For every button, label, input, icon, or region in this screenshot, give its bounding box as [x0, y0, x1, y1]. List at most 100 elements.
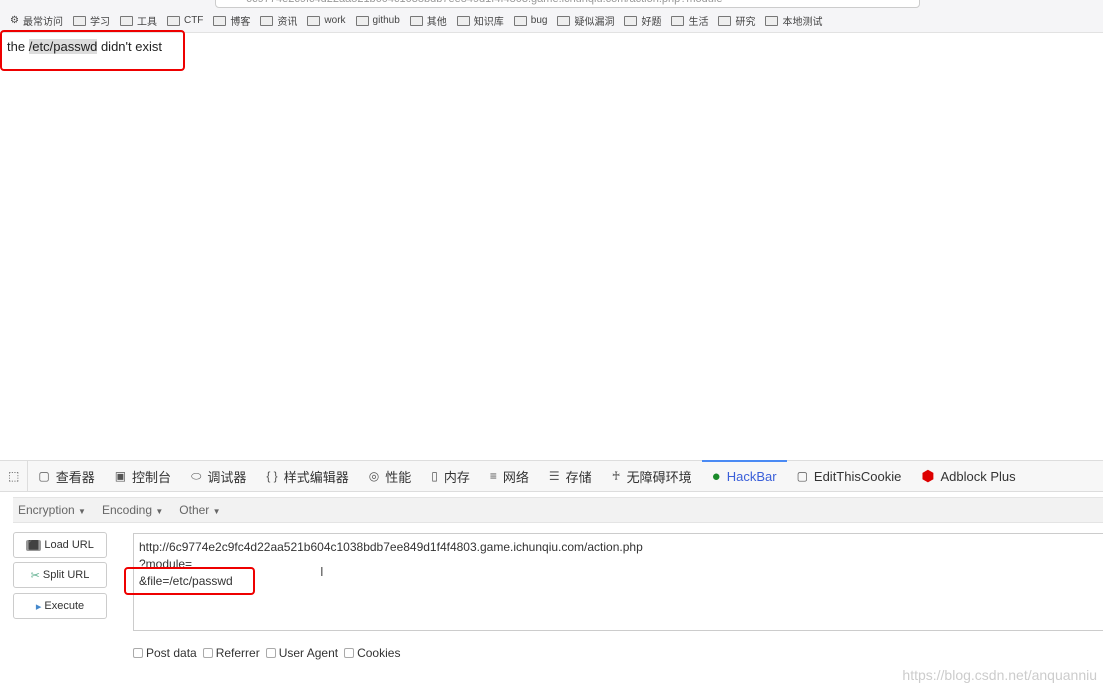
bookmark-item[interactable]: 研究	[718, 13, 755, 28]
bookmark-item[interactable]: work	[307, 15, 346, 26]
tab-label: 控制台	[132, 469, 172, 485]
url-textarea[interactable]: http://6c9774e2c9fc4d22aa521b604c1038bdb…	[133, 533, 1103, 631]
pick-element-icon: ⬚	[8, 469, 20, 483]
tab-内存[interactable]: ▯ 内存	[421, 461, 480, 491]
devtools-tabbar: ⬚ ▢ 查看器 ▣ 控制台 ⬭ 调试器 { } 样式编辑器 ◎ 性能 ▯ 内存 ≡ 网络 ☰ 存储 ♰ 无障碍环境…	[0, 460, 1103, 492]
folder-icon	[72, 15, 86, 26]
tab-调试器[interactable]: ⬭ 调试器	[181, 461, 256, 491]
storage-icon: ☰	[548, 469, 560, 483]
bookmark-item[interactable]: 本地测试	[765, 13, 822, 28]
load-icon: ⬛	[26, 539, 42, 551]
tab-label: HackBar	[726, 468, 777, 484]
hackbar-icon: ●	[711, 467, 721, 485]
bookmark-item[interactable]: CTF	[166, 15, 203, 26]
bookmark-item[interactable]: github	[355, 15, 400, 26]
folder-icon	[307, 15, 321, 26]
bookmark-item[interactable]: bug	[513, 15, 547, 26]
bookmark-label: github	[372, 15, 400, 26]
bookmark-item[interactable]: 疑似漏洞	[557, 13, 614, 28]
caret-down-icon: ▼	[155, 507, 164, 516]
hackbar-options: Post data Referrer User Agent Cookies	[133, 646, 402, 660]
tab-网络[interactable]: ≡ 网络	[480, 461, 539, 491]
url-line: &file=/etc/passwd	[139, 574, 233, 588]
split-url-button[interactable]: ✂ Split URL	[13, 562, 107, 588]
bookmark-item[interactable]: 好题	[624, 13, 661, 28]
folder-icon	[624, 15, 638, 26]
network-icon: ≡	[489, 469, 497, 483]
tab-性能[interactable]: ◎ 性能	[359, 461, 422, 491]
tab-无障碍环境[interactable]: ♰ 无障碍环境	[602, 461, 702, 491]
checkbox-post-data[interactable]: Post data	[133, 646, 197, 660]
tab-label: 性能	[385, 469, 412, 485]
menu-label: Encoding	[101, 503, 153, 517]
bookmark-item[interactable]: 其他	[409, 13, 447, 28]
bookmark-label: 工具	[136, 17, 157, 28]
checkbox[interactable]	[344, 648, 355, 658]
bookmark-label: 疑似漏洞	[574, 17, 615, 28]
hackbar-menubar: Encryption ▼ Encoding ▼ Other ▼	[13, 497, 1103, 523]
menu-encoding[interactable]: Encoding ▼	[102, 503, 163, 517]
tab-label: 查看器	[55, 469, 95, 485]
abp-icon: ⬢	[921, 468, 935, 485]
load-url-button[interactable]: ⬛ Load URL	[13, 532, 107, 558]
checkbox[interactable]	[202, 648, 213, 658]
checkbox-label: Cookies	[357, 646, 401, 660]
bookmark-item[interactable]: ⚙ 最常访问	[10, 13, 63, 28]
url-line: http://6c9774e2c9fc4d22aa521b604c1038bdb…	[139, 540, 643, 554]
bookmark-item[interactable]: 博客	[213, 13, 250, 28]
folder-icon	[409, 15, 423, 26]
bookmark-item[interactable]: 工具	[119, 13, 157, 28]
checkbox-label: Post data	[146, 646, 197, 660]
tab-label: 调试器	[207, 469, 247, 485]
checkbox[interactable]	[133, 648, 143, 658]
checkbox-cookies[interactable]: Cookies	[344, 646, 400, 660]
bookmark-label: work	[324, 15, 346, 26]
folder-icon	[213, 15, 227, 26]
tab-查看器[interactable]: ▢ 查看器	[28, 461, 104, 491]
folder-icon	[718, 15, 732, 26]
bookmark-item[interactable]: 生活	[671, 13, 708, 28]
bookmark-label: 学习	[89, 17, 110, 28]
annotation-box	[0, 30, 185, 71]
tab-label: 存储	[565, 469, 592, 485]
url-line: ?module=	[139, 557, 193, 571]
checkbox-user-agent[interactable]: User Agent	[265, 646, 339, 660]
bookmark-label: 本地测试	[782, 17, 823, 28]
memory-icon: ▯	[431, 469, 438, 483]
folder-icon	[557, 15, 571, 26]
menu-label: Other	[179, 503, 210, 517]
folder-icon	[355, 15, 369, 26]
performance-icon: ◎	[368, 469, 380, 483]
bookmark-label: 资讯	[277, 17, 298, 28]
button-label: Execute	[44, 600, 85, 612]
tab-存储[interactable]: ☰ 存储	[539, 461, 602, 491]
bookmark-item[interactable]: 知识库	[456, 13, 504, 28]
checkbox-label: User Agent	[278, 646, 339, 660]
text-cursor-icon: I	[320, 564, 324, 579]
tab-label: EditThisCookie	[813, 468, 902, 484]
address-bar[interactable]: 6c9774e2c9fc4d22aa521b604c1038bdb7ee849d…	[215, 0, 920, 8]
scissors-icon: ✂	[30, 569, 40, 582]
tab-editthiscookie[interactable]: ▢ EditThisCookie	[787, 461, 912, 491]
menu-encryption[interactable]: Encryption ▼	[18, 503, 86, 517]
tab-adblock-plus[interactable]: ⬢ Adblock Plus	[911, 461, 1025, 491]
bookmark-item[interactable]: 学习	[72, 13, 110, 28]
bookmark-label: 其他	[426, 17, 447, 28]
folder-icon	[765, 15, 779, 26]
bookmark-label: 好题	[641, 17, 662, 28]
folder-icon	[119, 15, 133, 26]
execute-button[interactable]: ▸ Execute	[13, 593, 107, 619]
menu-other[interactable]: Other ▼	[179, 503, 220, 517]
tab-控制台[interactable]: ▣ 控制台	[105, 461, 181, 491]
folder-icon	[671, 15, 685, 26]
tab-样式编辑器[interactable]: { } 样式编辑器	[256, 461, 358, 491]
folder-icon	[260, 15, 274, 26]
bookmark-label: 生活	[688, 17, 709, 28]
bookmark-label: 研究	[735, 17, 756, 28]
checkbox-referrer[interactable]: Referrer	[202, 646, 260, 660]
accessibility-icon: ♰	[611, 469, 621, 483]
pick-element-button[interactable]: ⬚	[0, 461, 29, 491]
checkbox[interactable]	[265, 648, 276, 658]
bookmark-item[interactable]: 资讯	[260, 13, 297, 28]
tab-hackbar[interactable]: ● HackBar	[701, 460, 787, 491]
